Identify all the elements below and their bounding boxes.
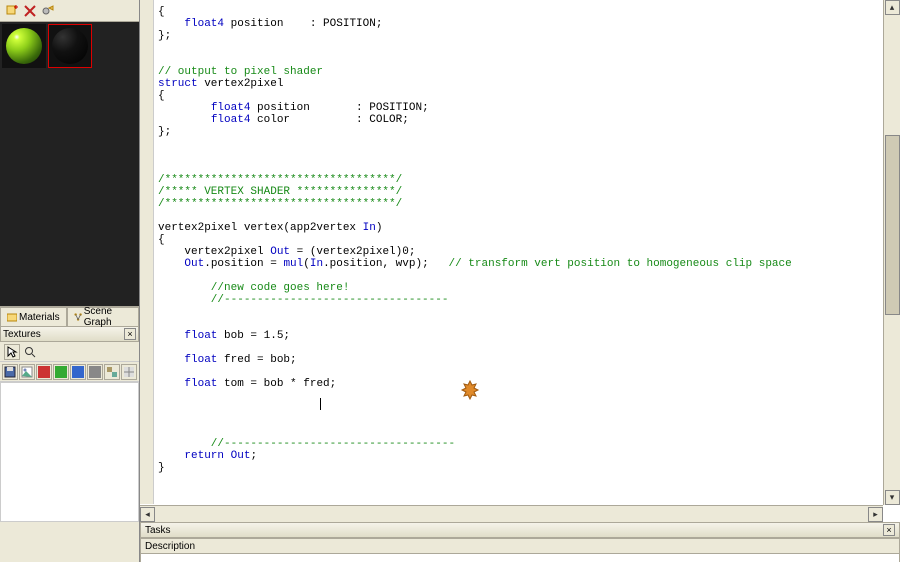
- tasks-panel: Tasks × Description: [140, 522, 900, 562]
- textures-close-button[interactable]: ×: [124, 328, 136, 340]
- folder-icon: [7, 312, 17, 322]
- material-assign-icon[interactable]: [40, 3, 56, 19]
- swatch-squares[interactable]: [104, 364, 120, 380]
- tab-materials-label: Materials: [19, 312, 60, 323]
- materials-grid: [0, 22, 139, 306]
- tasks-header: Tasks ×: [140, 522, 900, 538]
- scroll-left-button[interactable]: ◂: [140, 507, 155, 522]
- tab-scene-graph[interactable]: Scene Graph: [67, 307, 139, 326]
- tasks-col-description[interactable]: Description: [145, 541, 195, 552]
- materials-toolbar: [0, 0, 139, 22]
- graph-icon: [74, 312, 82, 322]
- left-tabs: Materials Scene Graph: [0, 306, 139, 326]
- zoom-icon[interactable]: [22, 344, 38, 360]
- text-cursor: [320, 398, 321, 410]
- material-new-icon[interactable]: [4, 3, 20, 19]
- material-sphere-green[interactable]: [2, 24, 46, 68]
- textures-header: Textures ×: [0, 326, 139, 342]
- swatch-green[interactable]: [53, 364, 69, 380]
- swatch-red[interactable]: [36, 364, 52, 380]
- swatch-gray[interactable]: [87, 364, 103, 380]
- scrollbar-vertical[interactable]: ▴ ▾: [883, 0, 900, 505]
- tasks-close-button[interactable]: ×: [883, 524, 895, 536]
- swatch-blue[interactable]: [70, 364, 86, 380]
- scroll-right-button[interactable]: ▸: [868, 507, 883, 522]
- textures-toolbar-2: [0, 362, 139, 382]
- textures-toolbar-1: [0, 342, 139, 362]
- tasks-title: Tasks: [145, 525, 171, 536]
- save-icon[interactable]: [2, 364, 18, 380]
- pointer-icon[interactable]: [4, 344, 20, 360]
- scroll-thumb-vertical[interactable]: [885, 135, 900, 315]
- scrollbar-horizontal[interactable]: ◂ ▸: [140, 505, 883, 522]
- image-icon[interactable]: [19, 364, 35, 380]
- textures-area: [0, 382, 139, 522]
- scroll-down-button[interactable]: ▾: [885, 490, 900, 505]
- code-editor[interactable]: { float4 position : POSITION; }; // outp…: [140, 0, 900, 522]
- material-sphere-black[interactable]: [48, 24, 92, 68]
- tab-scenegraph-label: Scene Graph: [84, 306, 132, 328]
- tasks-columns: Description: [140, 538, 900, 554]
- code-text[interactable]: { float4 position : POSITION; }; // outp…: [158, 6, 792, 474]
- code-gutter: [140, 0, 154, 504]
- tab-materials[interactable]: Materials: [0, 307, 67, 326]
- tasks-body: [140, 554, 900, 562]
- swatch-grid[interactable]: [121, 364, 137, 380]
- scroll-up-button[interactable]: ▴: [885, 0, 900, 15]
- textures-title: Textures: [3, 329, 41, 340]
- material-delete-icon[interactable]: [22, 3, 38, 19]
